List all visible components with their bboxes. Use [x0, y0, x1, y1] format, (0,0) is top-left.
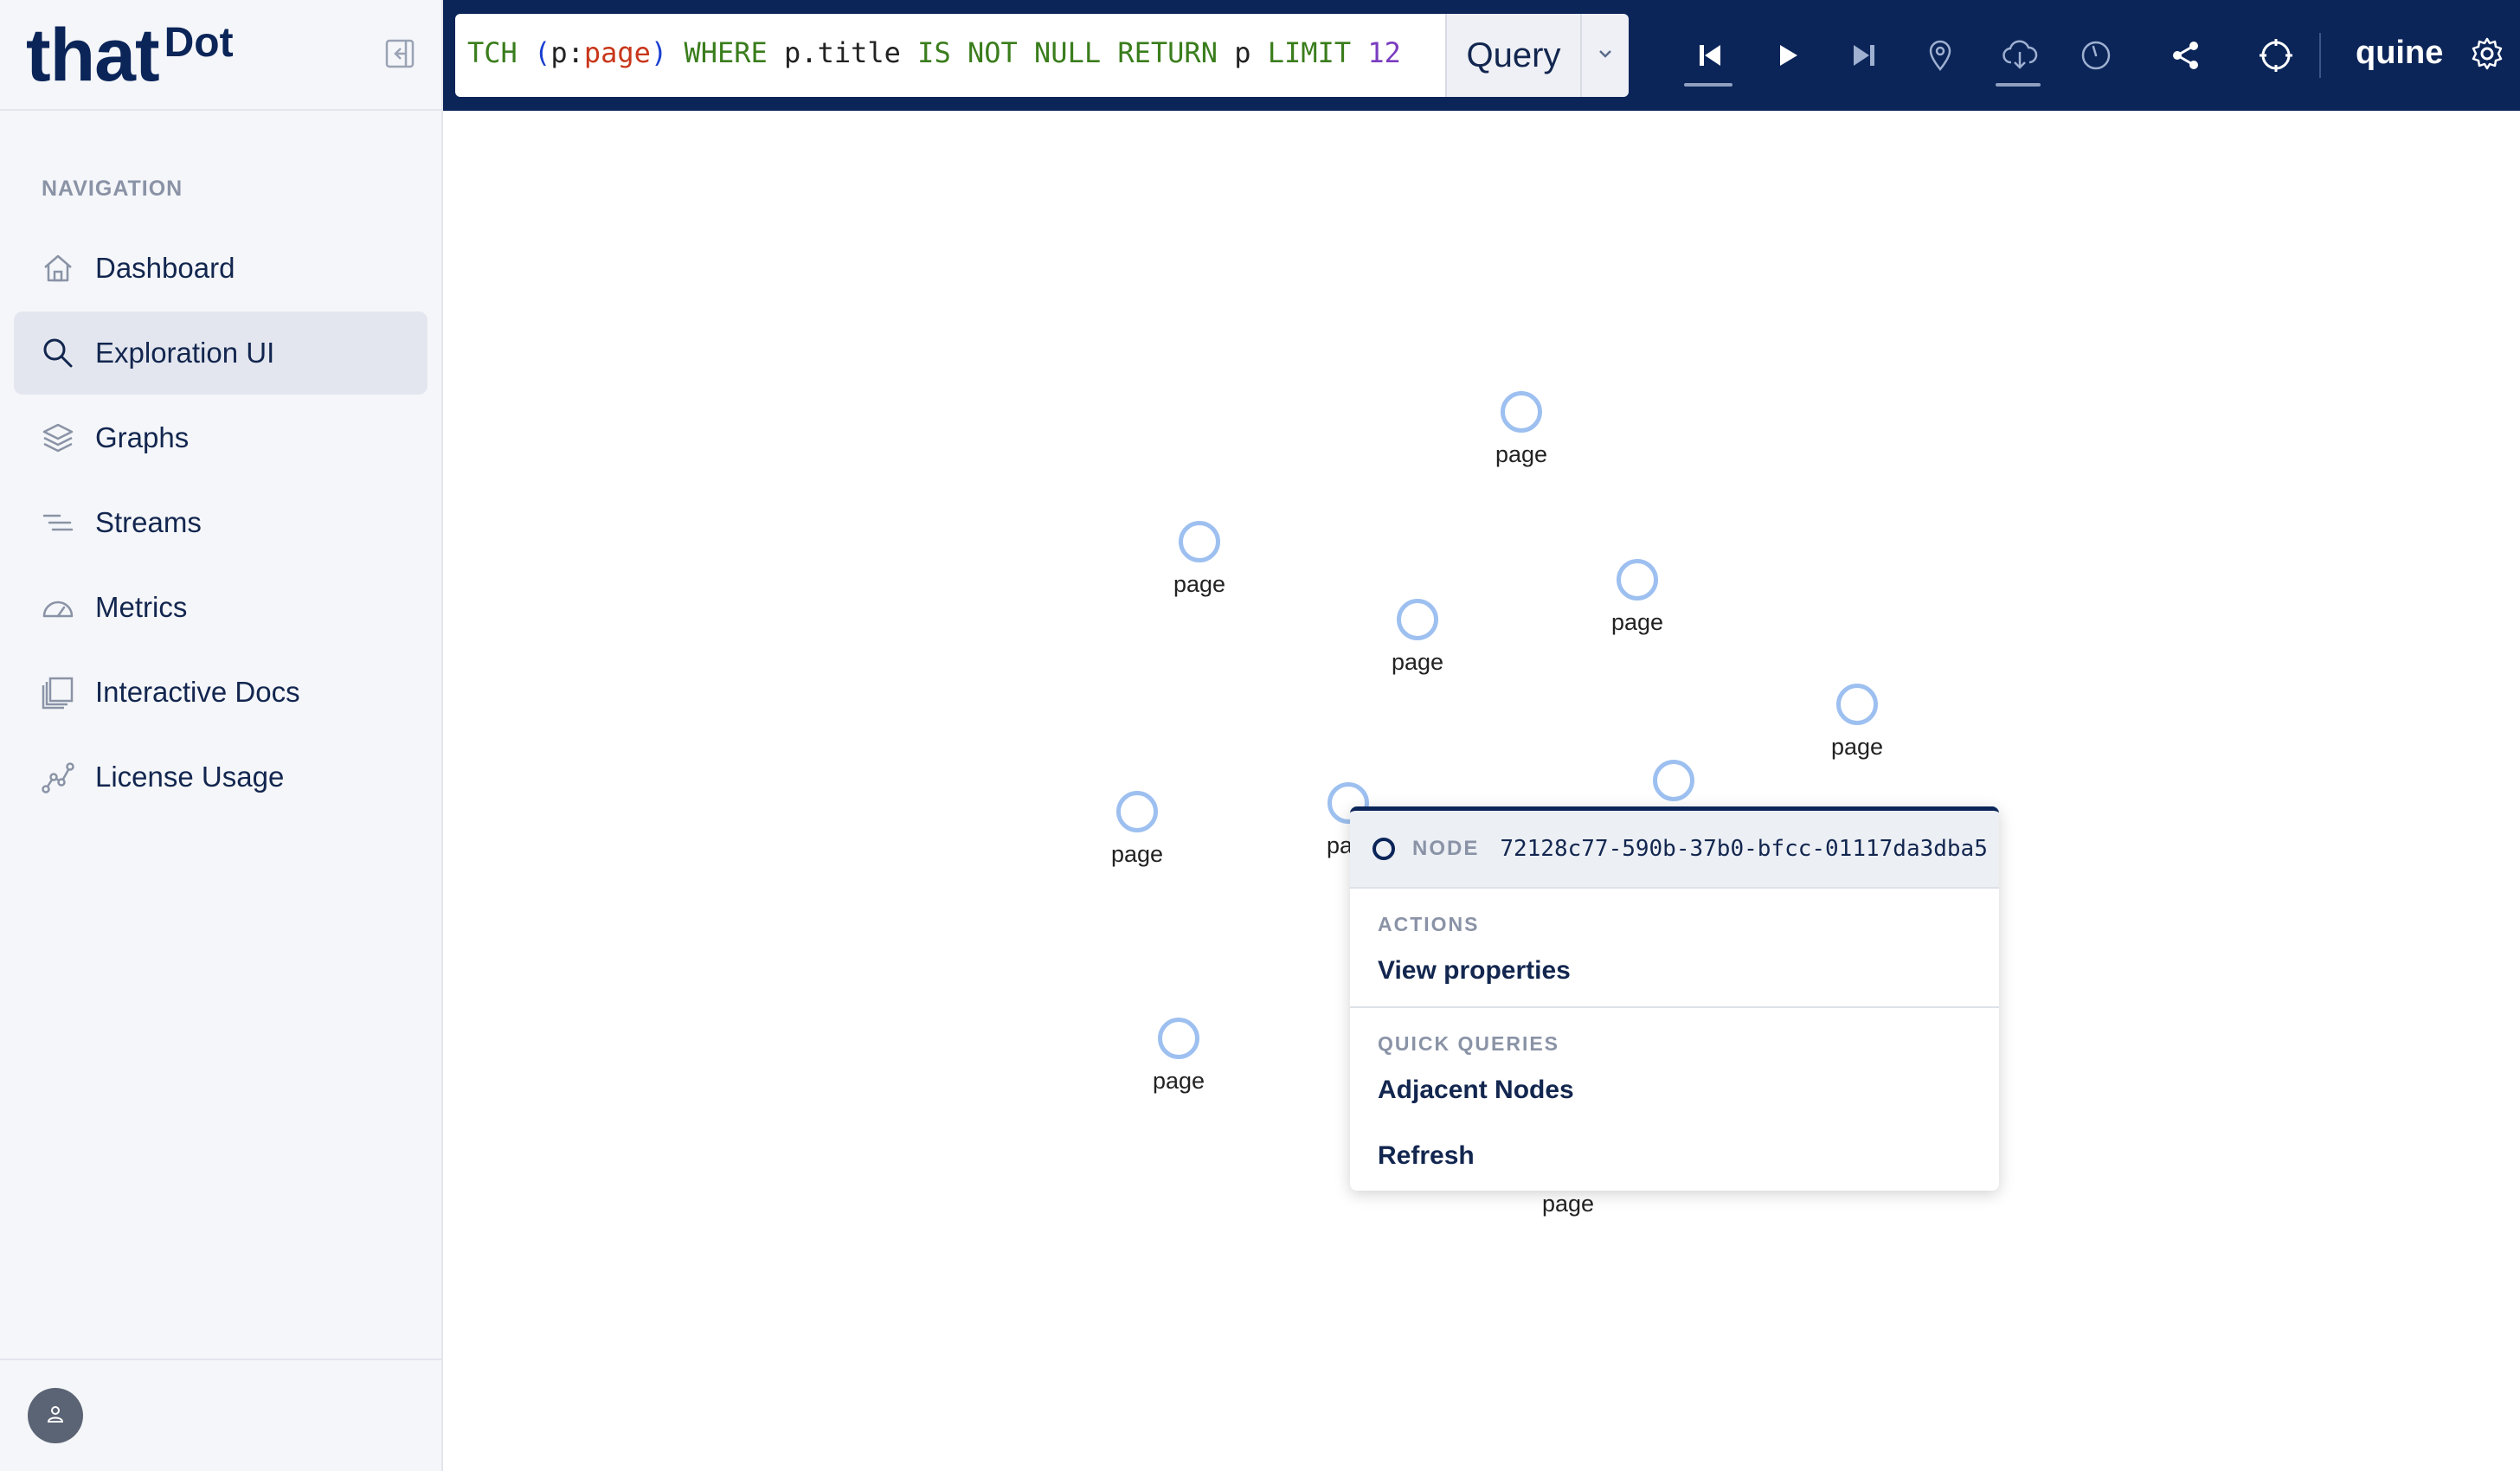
graph-node-label: page — [1391, 649, 1444, 675]
graph-node[interactable] — [1116, 791, 1158, 832]
skip-back-underline — [1684, 83, 1732, 87]
sidebar-item-label: Dashboard — [95, 252, 235, 284]
share-icon[interactable] — [2160, 29, 2212, 81]
view-properties-menu-item[interactable]: View properties — [1378, 956, 1571, 986]
context-menu-divider — [1350, 1006, 1999, 1008]
search-icon — [40, 335, 76, 371]
graph-node[interactable] — [1836, 684, 1878, 725]
graph-node-label: page — [1152, 1068, 1205, 1094]
query-token: p — [1234, 36, 1268, 69]
query-text: TCH (p:page) WHERE p.title IS NOT NULL R… — [467, 36, 1401, 69]
query-token: 12 — [1367, 36, 1401, 69]
graph-node-label: page — [1541, 1191, 1595, 1217]
user-menu-label[interactable]: quine — [2356, 35, 2443, 72]
collapse-sidebar-icon[interactable] — [384, 38, 415, 69]
graph-node-label: page — [1173, 571, 1226, 597]
node-tag: NODE — [1412, 837, 1480, 860]
avatar[interactable] — [28, 1388, 83, 1443]
query-token: : — [567, 36, 584, 69]
query-token: p.title — [784, 36, 918, 69]
sidebar-item-streams[interactable]: Streams — [14, 481, 428, 564]
query-button[interactable]: Query — [1445, 14, 1580, 97]
query-token: WHERE — [667, 36, 785, 69]
cloud-download-underline — [1996, 83, 2041, 87]
node-id: 72128c77-590b-37b0-bfcc-01117da3dba5 — [1500, 836, 1988, 862]
graph-node-label: page — [1610, 609, 1664, 635]
graph-node-label: page — [1495, 441, 1548, 467]
query-token: IS NOT NULL RETURN — [917, 36, 1235, 69]
play-icon[interactable] — [1762, 29, 1814, 81]
brand-logo[interactable]: that Dot — [26, 12, 234, 99]
graph-node[interactable] — [1158, 1018, 1199, 1059]
home-icon — [40, 250, 76, 286]
refresh-menu-item[interactable]: Refresh — [1378, 1141, 1475, 1171]
nav-list: Dashboard Exploration UI Graphs Streams … — [14, 227, 428, 820]
sidebar-item-label: License Usage — [95, 761, 285, 793]
query-token: TCH — [467, 36, 535, 69]
docs-icon — [40, 674, 76, 710]
node-context-menu: NODE 72128c77-590b-37b0-bfcc-01117da3dba… — [1350, 806, 1999, 1191]
footer-divider — [0, 1359, 441, 1360]
brand-name-sup: Dot — [164, 20, 234, 66]
skip-forward-icon[interactable] — [1838, 29, 1890, 81]
query-token: ( — [534, 36, 551, 69]
crosshair-icon[interactable] — [2250, 29, 2302, 81]
gauge-icon — [40, 589, 76, 626]
query-input[interactable]: TCH (p:page) WHERE p.title IS NOT NULL R… — [455, 14, 1466, 97]
query-token: page — [583, 36, 651, 69]
graph-canvas[interactable]: page page page page page page pa page pa… — [445, 111, 2520, 1471]
adjacent-nodes-menu-item[interactable]: Adjacent Nodes — [1378, 1076, 1574, 1105]
user-icon — [45, 1404, 66, 1429]
graph-node[interactable] — [1653, 760, 1694, 801]
sidebar-item-label: Exploration UI — [95, 337, 275, 369]
brand-divider — [0, 109, 441, 111]
query-token: p — [550, 36, 568, 69]
sidebar: that Dot NAVIGATION Dashboard Exploratio… — [0, 0, 443, 1471]
streams-icon — [40, 504, 76, 541]
nav-heading: NAVIGATION — [42, 177, 183, 201]
sidebar-item-license-usage[interactable]: License Usage — [14, 736, 428, 819]
query-token: LIMIT — [1267, 36, 1368, 69]
chevron-down-icon — [1596, 44, 1615, 67]
query-token: ) — [650, 36, 668, 69]
sidebar-item-dashboard[interactable]: Dashboard — [14, 227, 428, 310]
sidebar-item-exploration-ui[interactable]: Exploration UI — [14, 312, 428, 395]
toolbar-separator — [2319, 33, 2321, 78]
sidebar-item-label: Metrics — [95, 591, 188, 623]
sidebar-item-label: Streams — [95, 506, 202, 538]
sidebar-item-label: Graphs — [95, 421, 190, 453]
quick-queries-heading: QUICK QUERIES — [1378, 1032, 1560, 1055]
actions-heading: ACTIONS — [1378, 913, 1480, 935]
brand-name: that — [26, 14, 160, 97]
query-options-dropdown[interactable] — [1580, 14, 1629, 97]
map-pin-icon[interactable] — [1914, 29, 1966, 81]
graph-node-label: pa — [1326, 832, 1353, 858]
timer-icon[interactable] — [2070, 29, 2122, 81]
layers-icon — [40, 420, 76, 456]
sidebar-item-metrics[interactable]: Metrics — [14, 566, 428, 649]
node-icon — [1372, 838, 1395, 860]
skip-back-icon[interactable] — [1684, 29, 1736, 81]
graph-node[interactable] — [1397, 599, 1438, 640]
top-toolbar: TCH (p:page) WHERE p.title IS NOT NULL R… — [443, 0, 2520, 111]
chart-line-icon — [40, 759, 76, 795]
sidebar-item-graphs[interactable]: Graphs — [14, 396, 428, 479]
sidebar-item-label: Interactive Docs — [95, 676, 300, 708]
graph-node[interactable] — [1617, 559, 1658, 601]
cloud-download-icon[interactable] — [1994, 29, 2046, 81]
context-menu-header: NODE 72128c77-590b-37b0-bfcc-01117da3dba… — [1350, 811, 1999, 889]
gear-icon[interactable] — [2468, 35, 2510, 76]
graph-node-label: page — [1830, 734, 1884, 760]
graph-node-label: page — [1110, 841, 1164, 867]
graph-node[interactable] — [1179, 521, 1220, 562]
graph-node[interactable] — [1501, 391, 1542, 433]
sidebar-item-interactive-docs[interactable]: Interactive Docs — [14, 651, 428, 734]
